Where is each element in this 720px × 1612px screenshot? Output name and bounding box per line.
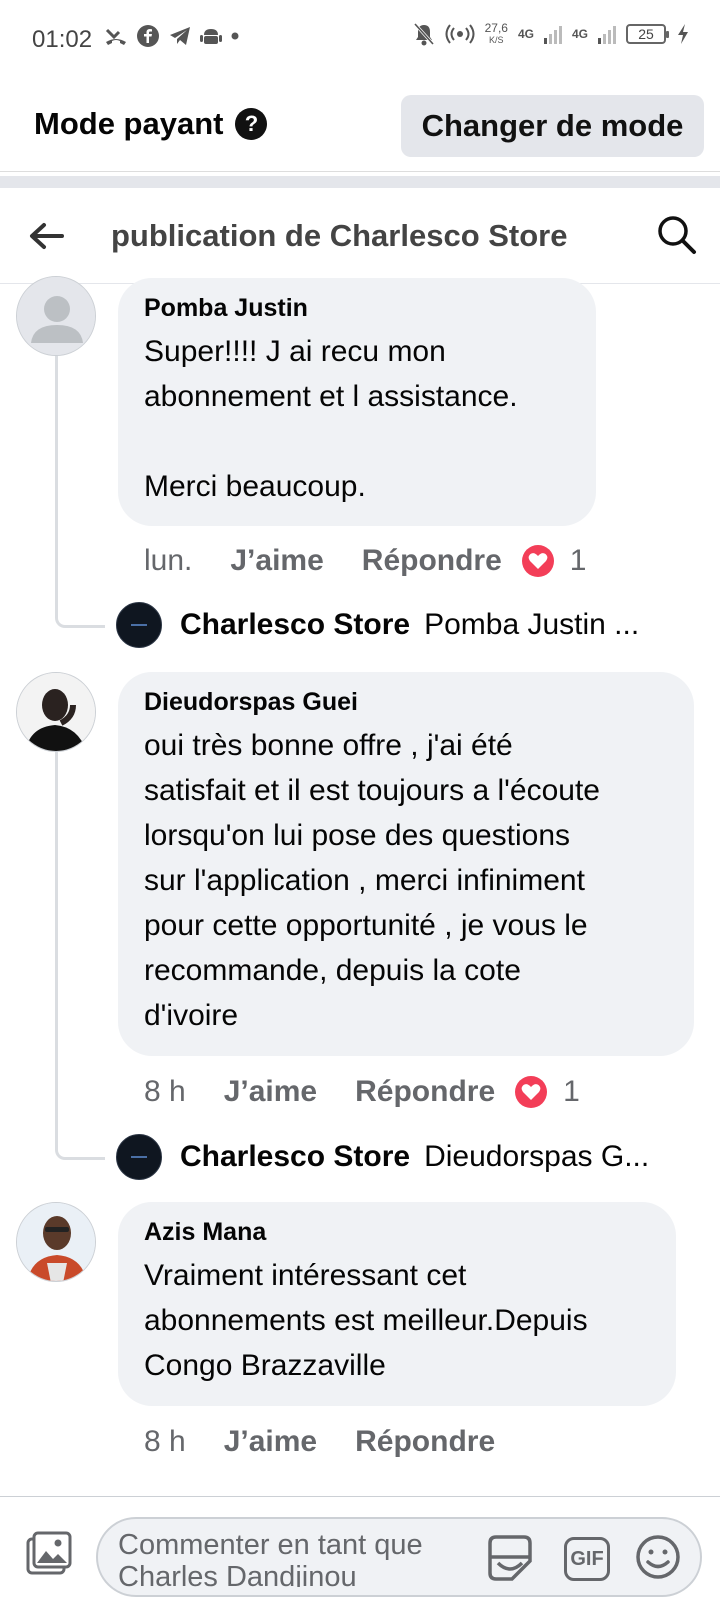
comment-bubble[interactable]: Pomba Justin Super!!!! J ai recu mon abo…	[118, 278, 596, 526]
reaction-count: 1	[569, 544, 587, 577]
network-speed: 27,6 K/S	[485, 22, 508, 46]
signal-icon	[543, 24, 562, 44]
photo-icon[interactable]	[24, 1529, 74, 1579]
reply-snippet: Dieudorspas G...	[424, 1140, 650, 1173]
like-button[interactable]: J’aime	[230, 544, 323, 578]
comment-text: Vraiment intéressant cet abonnements est…	[144, 1259, 588, 1382]
facebook-icon	[137, 25, 159, 47]
reply-preview[interactable]: Charlesco Store Dieudorspas G...	[116, 1132, 649, 1182]
thread-elbow	[55, 1110, 105, 1160]
post-header: publication de Charlesco Store	[0, 188, 720, 284]
help-icon[interactable]: ?	[235, 108, 268, 140]
reply-avatar	[116, 602, 162, 648]
change-mode-button[interactable]: Changer de mode	[401, 95, 704, 157]
mode-title: Mode payant ?	[34, 106, 268, 142]
mode-title-text: Mode payant	[34, 106, 224, 141]
reply-button[interactable]: Répondre	[355, 1425, 495, 1459]
avatar[interactable]	[16, 276, 96, 356]
comment-text: Super!!!! J ai recu mon abonnement et l …	[144, 335, 518, 503]
back-arrow-icon[interactable]	[26, 216, 66, 256]
reply-avatar	[116, 1134, 162, 1180]
comment-actions: 8 h J’aime Répondre 1	[144, 1072, 580, 1112]
comment-bubble[interactable]: Dieudorspas Guei oui très bonne offre , …	[118, 672, 694, 1056]
sticker-icon[interactable]	[484, 1533, 536, 1585]
speed-unit: K/S	[489, 35, 504, 45]
reaction-count: 1	[563, 1075, 580, 1108]
comment-author[interactable]: Azis Mana	[144, 1218, 650, 1247]
thread-line	[55, 752, 58, 1130]
comment-actions: 8 h J’aime Répondre	[144, 1422, 533, 1462]
missed-call-icon	[105, 28, 126, 45]
mode-bar: Mode payant ? Changer de mode	[0, 80, 720, 172]
system-indicators: 27,6 K/S 4G 4G 25	[413, 22, 690, 46]
search-icon[interactable]	[656, 214, 698, 256]
comment-input[interactable]: Commenter en tant que Charles Dandjinou …	[96, 1517, 702, 1597]
comment-bubble[interactable]: Azis Mana Vraiment intéressant cet abonn…	[118, 1202, 676, 1406]
like-button[interactable]: J’aime	[224, 1425, 317, 1459]
battery-icon: 25	[626, 24, 669, 44]
heart-reaction-icon[interactable]	[515, 1076, 548, 1108]
comment-actions: lun. J’aime Répondre 1	[144, 541, 586, 581]
reply-snippet: Pomba Justin ...	[424, 608, 640, 641]
avatar[interactable]	[16, 672, 96, 752]
avatar[interactable]	[16, 1202, 96, 1282]
telegram-icon	[170, 27, 190, 45]
heart-reaction-icon[interactable]	[521, 545, 554, 577]
comment-time[interactable]: 8 h	[144, 1425, 186, 1459]
gif-icon[interactable]: GIF	[564, 1537, 610, 1581]
network-type-2: 4G	[571, 27, 588, 41]
page-title: publication de Charlesco Store	[111, 218, 568, 253]
like-button[interactable]: J’aime	[224, 1075, 317, 1109]
hotspot-icon	[445, 24, 475, 44]
mute-bell-icon	[413, 22, 434, 46]
signal-icon-2	[598, 24, 616, 44]
more-dot-icon	[231, 32, 239, 40]
android-icon	[200, 29, 222, 44]
comment-author[interactable]: Dieudorspas Guei	[144, 688, 668, 717]
thread-line	[55, 355, 58, 613]
default-avatar-icon	[17, 277, 95, 355]
comment-placeholder[interactable]: Commenter en tant que Charles Dandjinou	[118, 1529, 478, 1587]
speed-value: 27,6	[484, 21, 508, 35]
reply-author[interactable]: Charlesco Store	[180, 608, 410, 642]
comment-time[interactable]: lun.	[144, 544, 192, 578]
profile-photo	[17, 1203, 95, 1281]
reply-button[interactable]: Répondre	[355, 1075, 495, 1109]
emoji-icon[interactable]	[634, 1533, 682, 1581]
comment-text: oui très bonne offre , j'ai été satisfai…	[144, 729, 600, 1032]
reply-author[interactable]: Charlesco Store	[180, 1140, 410, 1174]
thread-elbow	[55, 580, 105, 628]
status-time: 01:02	[32, 26, 93, 53]
reply-preview[interactable]: Charlesco Store Pomba Justin ...	[116, 600, 639, 650]
network-type-1: 4G	[517, 27, 534, 41]
comment-composer: Commenter en tant que Charles Dandjinou …	[0, 1496, 720, 1612]
profile-photo	[17, 673, 95, 751]
reply-button[interactable]: Répondre	[362, 544, 502, 578]
comment-time[interactable]: 8 h	[144, 1075, 186, 1109]
comment-author[interactable]: Pomba Justin	[144, 294, 570, 323]
charging-icon	[678, 24, 688, 44]
section-divider	[0, 176, 720, 188]
notification-icons	[104, 24, 240, 48]
status-bar: 01:02 27,6 K/S 4G 4G 25	[0, 0, 720, 80]
